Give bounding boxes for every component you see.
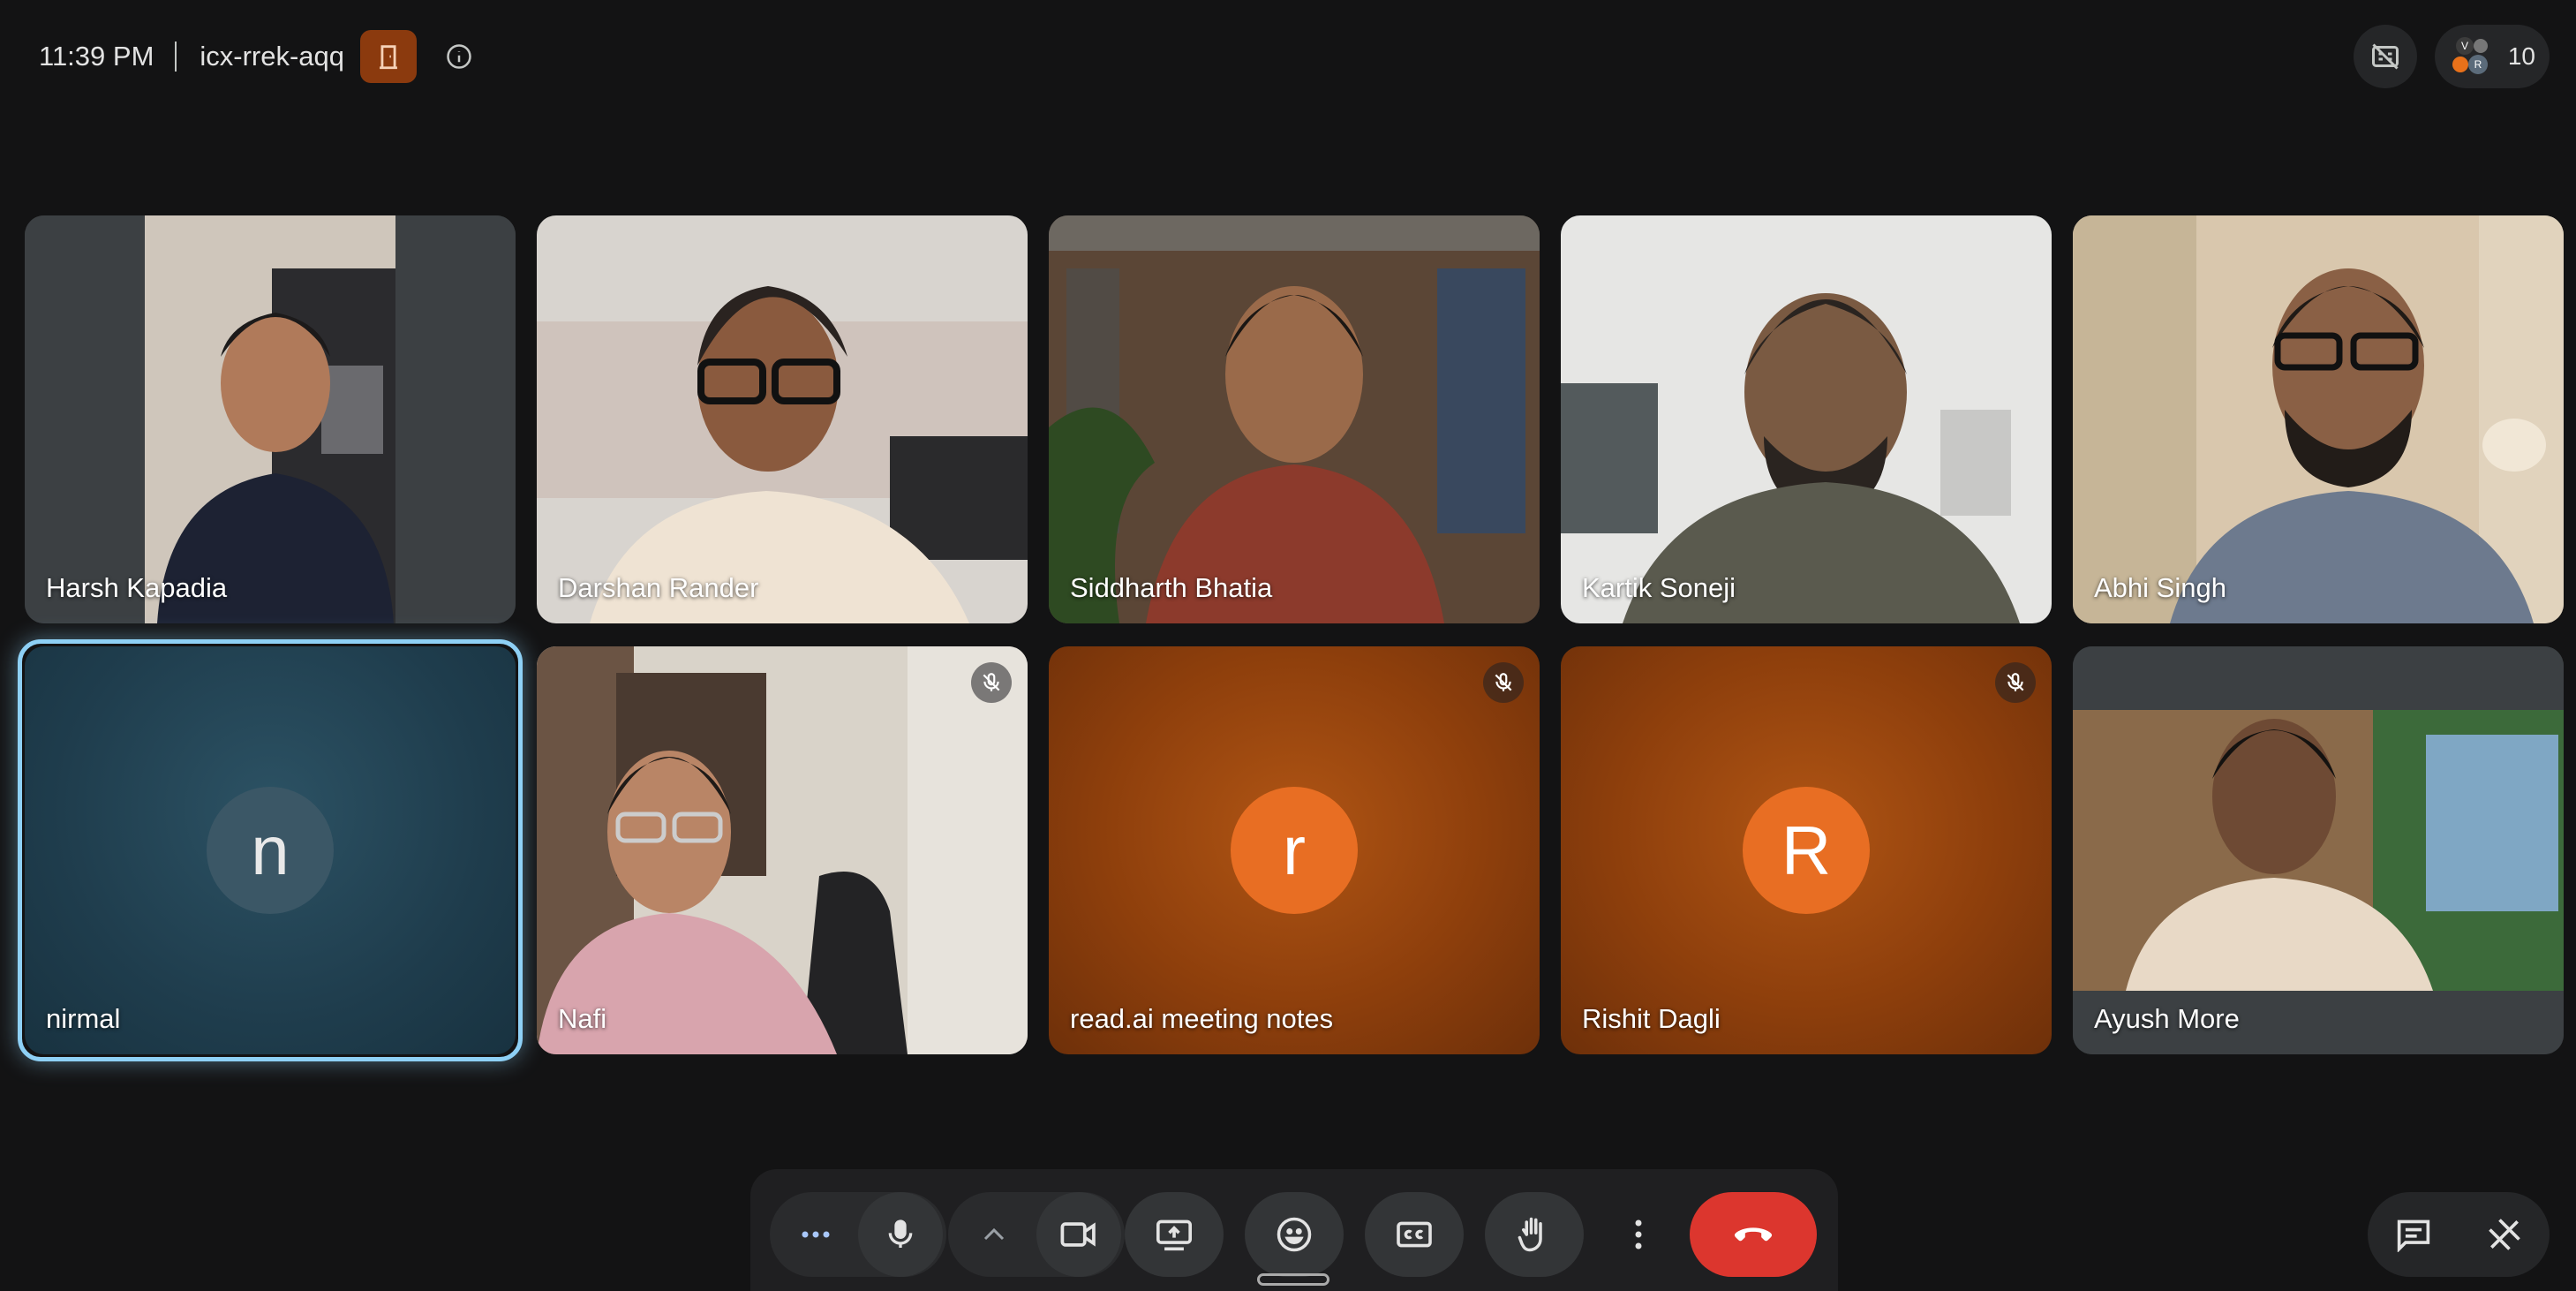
participant-name: Kartik Soneji <box>1582 572 1736 603</box>
more-vertical-icon <box>1635 1219 1642 1249</box>
camera-icon <box>1060 1222 1096 1247</box>
microphone-button[interactable] <box>858 1192 943 1277</box>
video-feed <box>1561 215 2052 623</box>
mic-off-icon <box>1495 673 1512 691</box>
participant-avatars-icon: V R <box>2447 35 2489 78</box>
host-controls-button[interactable] <box>360 30 418 83</box>
captions-status-button[interactable] <box>2354 25 2417 88</box>
muted-indicator <box>1995 662 2036 703</box>
raise-hand-icon <box>1518 1217 1542 1252</box>
raise-hand-button[interactable] <box>1485 1192 1584 1277</box>
mic-off-icon <box>2007 673 2024 691</box>
audio-settings-button[interactable] <box>773 1192 858 1277</box>
activities-button[interactable] <box>2469 1199 2540 1270</box>
video-feed <box>1049 215 1540 623</box>
participant-tile[interactable]: Kartik Soneji <box>1561 215 2052 623</box>
participant-name: Siddharth Bhatia <box>1070 572 1273 603</box>
participant-tile[interactable]: Siddharth Bhatia <box>1049 215 1540 623</box>
participant-name: Ayush More <box>2094 1003 2240 1034</box>
meeting-details-button[interactable] <box>440 37 478 76</box>
more-options-button[interactable] <box>1607 1192 1670 1277</box>
controls-drag-handle[interactable] <box>1257 1273 1329 1286</box>
meeting-info: 11:39 PM icx-rrek-aqq <box>39 30 478 83</box>
participant-tile[interactable]: Darshan Rander <box>537 215 1028 623</box>
reactions-button[interactable] <box>1245 1192 1344 1277</box>
avatar: R <box>1743 787 1870 914</box>
mini-avatar <box>2452 57 2468 72</box>
leave-call-button[interactable] <box>1690 1192 1817 1277</box>
mini-avatar: V <box>2456 37 2474 55</box>
video-control-group <box>948 1192 1125 1277</box>
side-panel-buttons <box>2368 1192 2550 1277</box>
participant-tile[interactable]: Nafi <box>537 646 1028 1054</box>
present-button[interactable] <box>1125 1192 1224 1277</box>
active-speaker-outline <box>18 639 523 1061</box>
door-icon <box>380 45 397 70</box>
participant-name: Rishit Dagli <box>1582 1003 1721 1034</box>
chevron-up-icon <box>983 1227 1005 1241</box>
avatar: r <box>1231 787 1358 914</box>
video-feed <box>537 646 1028 1054</box>
participant-count: 10 <box>2507 42 2535 70</box>
participant-name: Abhi Singh <box>2094 572 2226 603</box>
chat-icon <box>2397 1219 2429 1252</box>
participant-name: Harsh Kapadia <box>46 572 228 603</box>
closed-captions-icon <box>1397 1221 1432 1248</box>
mic-icon <box>888 1219 913 1248</box>
no-captions-icon <box>2372 43 2399 70</box>
participant-tile[interactable]: Ayush More <box>2073 646 2564 1054</box>
participant-name: Nafi <box>558 1003 607 1034</box>
muted-indicator <box>1483 662 1524 703</box>
participant-tile[interactable]: R Rishit Dagli <box>1561 646 2052 1054</box>
muted-indicator <box>971 662 1012 703</box>
participant-tile[interactable]: r read.ai meeting notes <box>1049 646 1540 1054</box>
mini-avatar <box>2474 39 2488 53</box>
video-feed <box>537 215 1028 623</box>
top-bar: 11:39 PM icx-rrek-aqq V R 10 <box>0 0 2576 115</box>
participant-name: read.ai meeting notes <box>1070 1003 1334 1034</box>
top-right-controls: V R 10 <box>2354 25 2550 88</box>
video-feed <box>2073 215 2564 623</box>
mic-off-icon <box>983 673 1000 691</box>
captions-button[interactable] <box>1365 1192 1464 1277</box>
meeting-time: 11:39 PM <box>39 41 154 72</box>
more-options-icon <box>802 1231 830 1238</box>
emoji-icon <box>1277 1217 1312 1252</box>
participants-button[interactable]: V R 10 <box>2435 25 2550 88</box>
video-feed <box>25 215 516 623</box>
mini-avatar: R <box>2468 55 2488 74</box>
end-call-icon <box>1734 1227 1773 1242</box>
camera-button[interactable] <box>1036 1192 1121 1277</box>
participant-tile[interactable]: Abhi Singh <box>2073 215 2564 623</box>
audio-control-group <box>770 1192 946 1277</box>
chat-button[interactable] <box>2378 1199 2449 1270</box>
participant-name: Darshan Rander <box>558 572 759 603</box>
video-feed <box>2073 646 2564 1054</box>
divider <box>175 42 177 72</box>
participant-tile[interactable]: Harsh Kapadia <box>25 215 516 623</box>
meeting-code: icx-rrek-aqq <box>200 41 345 72</box>
video-settings-button[interactable] <box>952 1192 1036 1277</box>
activities-icon <box>2488 1219 2520 1250</box>
info-icon <box>447 44 471 69</box>
present-screen-icon <box>1156 1219 1192 1251</box>
